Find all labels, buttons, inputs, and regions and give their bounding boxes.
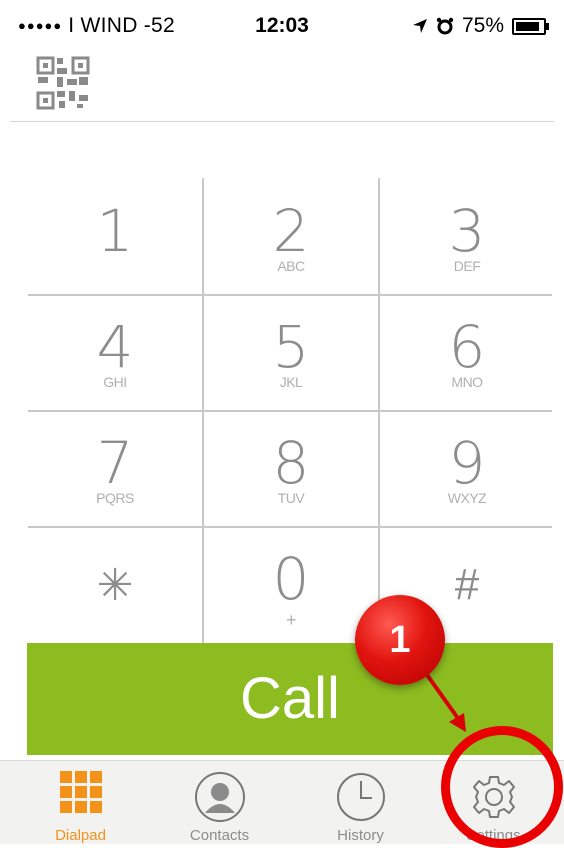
key-digit: 0 (272, 545, 310, 613)
tab-label: History (337, 827, 384, 844)
key-letters: TUV (277, 490, 305, 506)
dialpad: 1 2 ABC 3 DEF 4 GHI 5 JKL 6 MNO 7 PQRS 8… (28, 178, 552, 643)
battery-icon (512, 17, 549, 35)
key-7[interactable]: 7 PQRS (28, 410, 202, 525)
key-digit: 1 (96, 197, 134, 265)
key-1[interactable]: 1 (28, 178, 202, 293)
step-number: 1 (389, 619, 411, 661)
key-digit: 8 (272, 429, 310, 497)
key-digit: 4 (96, 313, 134, 381)
tab-history[interactable]: History (290, 761, 431, 844)
key-digit: 7 (96, 429, 134, 497)
battery-percent: 75% (461, 14, 504, 37)
key-letters: ABC (277, 258, 305, 274)
key-6[interactable]: 6 MNO (380, 294, 554, 409)
tab-contacts[interactable]: Contacts (149, 761, 290, 844)
key-9[interactable]: 9 WXYZ (380, 410, 554, 525)
clock-icon (336, 773, 385, 821)
tab-dialpad[interactable]: Dialpad (10, 761, 151, 844)
key-letters: PQRS (96, 490, 134, 506)
key-0[interactable]: 0 + (204, 526, 378, 641)
status-right: 75% (412, 14, 549, 38)
key-digit: 6 (448, 313, 486, 381)
alarm-clock-icon (436, 17, 454, 35)
key-star[interactable]: ✳ (28, 526, 202, 641)
key-digit: 5 (272, 313, 310, 381)
key-letters: WXYZ (447, 490, 487, 506)
key-digit: 2 (272, 197, 310, 265)
grid-icon (59, 771, 102, 813)
highlight-ring (441, 726, 563, 848)
key-5[interactable]: 5 JKL (204, 294, 378, 409)
key-4[interactable]: 4 GHI (28, 294, 202, 409)
key-digit: 9 (448, 429, 486, 497)
key-digit: 3 (448, 197, 486, 265)
key-8[interactable]: 8 TUV (204, 410, 378, 525)
key-letters: DEF (453, 258, 481, 274)
qr-code-icon[interactable] (35, 55, 91, 111)
status-bar: ●●●●● I WIND -52 12:03 75% (0, 0, 564, 52)
key-2[interactable]: 2 ABC (204, 178, 378, 293)
person-icon (194, 772, 245, 822)
key-letters: JKL (279, 374, 303, 390)
key-letters: MNO (451, 374, 483, 390)
key-letters: + (285, 610, 297, 630)
step-badge: 1 (355, 595, 445, 685)
tab-label: Dialpad (55, 827, 106, 844)
key-3[interactable]: 3 DEF (380, 178, 554, 293)
tab-label: Contacts (189, 827, 250, 844)
location-arrow-icon (412, 19, 427, 33)
key-letters: GHI (103, 374, 127, 390)
header-divider (10, 121, 554, 122)
asterisk-icon: ✳ (96, 561, 134, 610)
